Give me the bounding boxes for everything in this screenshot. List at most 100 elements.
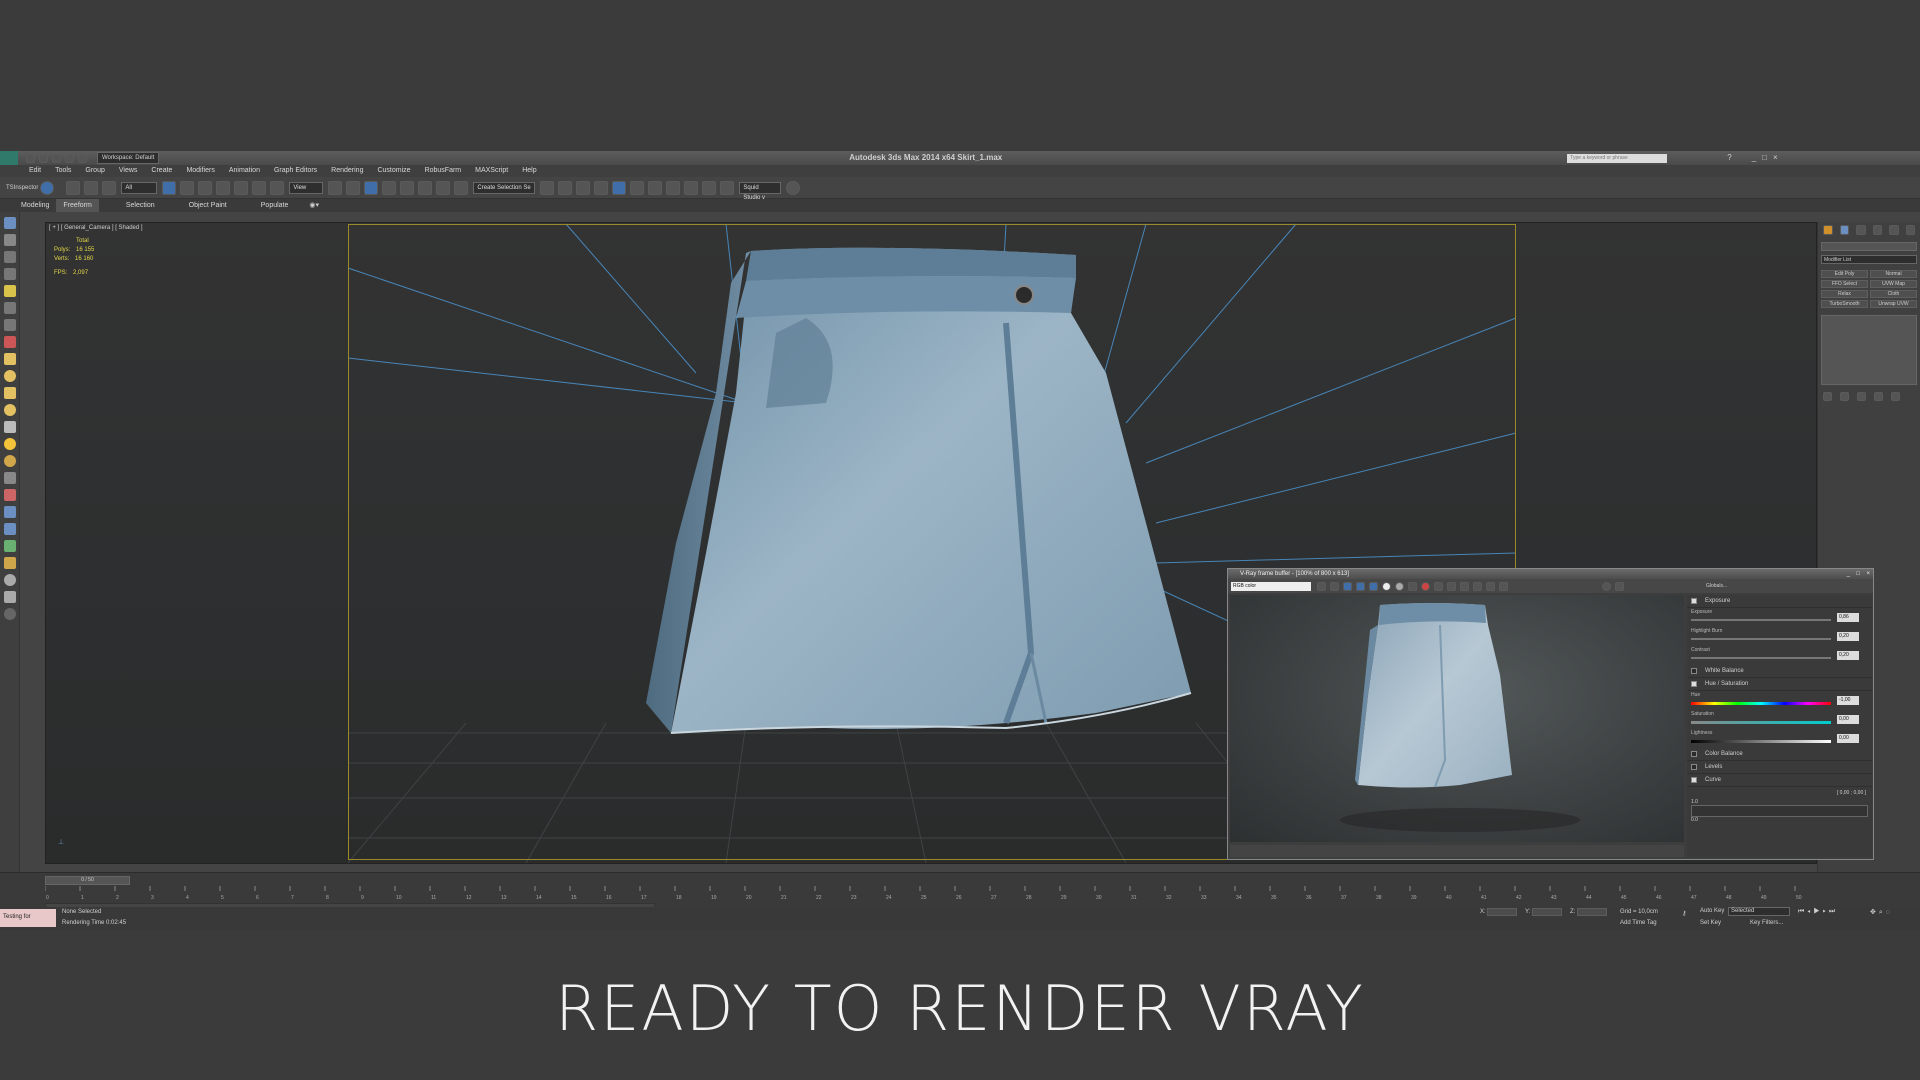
redo-icon[interactable] xyxy=(78,153,87,163)
normal-button[interactable]: Normal xyxy=(1870,270,1917,278)
y-coord-field[interactable] xyxy=(1532,908,1562,916)
cylinder-icon[interactable] xyxy=(3,387,16,399)
tab-freeform[interactable]: Freeform xyxy=(56,199,99,212)
vfb-gear-icon[interactable] xyxy=(1330,581,1339,591)
white-balance-checkbox[interactable] xyxy=(1691,668,1697,674)
move-icon[interactable] xyxy=(234,180,249,195)
render-setup-icon[interactable] xyxy=(666,180,681,195)
unwrap-uvw-button[interactable]: Unwrap UVW xyxy=(1870,300,1917,308)
geosphere-icon[interactable] xyxy=(3,455,16,467)
utilities-icon[interactable] xyxy=(3,574,16,586)
close-icon[interactable]: × xyxy=(1773,151,1778,165)
material-icon[interactable] xyxy=(3,591,16,603)
helpers-icon[interactable] xyxy=(3,319,16,331)
create-tab-icon[interactable] xyxy=(1823,225,1833,235)
color-balance-checkbox[interactable] xyxy=(1691,751,1697,757)
levels-checkbox[interactable] xyxy=(1691,764,1697,770)
grid-icon[interactable] xyxy=(3,472,16,484)
turbosmooth-button[interactable]: TurboSmooth xyxy=(1821,300,1868,308)
motion-icon[interactable] xyxy=(3,540,16,552)
remove-modifier-icon[interactable] xyxy=(1874,392,1883,401)
exposure-slider[interactable]: Exposure 0,86 xyxy=(1687,608,1872,627)
snaps-toggle-icon[interactable] xyxy=(382,180,397,195)
menu-group[interactable]: Group xyxy=(78,165,111,177)
hue-value[interactable]: -1,00 xyxy=(1837,696,1859,705)
app-logo-icon[interactable] xyxy=(0,151,18,165)
render-production-icon[interactable] xyxy=(702,180,717,195)
unlink-icon[interactable] xyxy=(84,180,99,195)
align-icon[interactable] xyxy=(558,180,573,195)
rendered-image[interactable] xyxy=(1230,595,1684,842)
color-balance-section[interactable]: Color Balance xyxy=(1687,748,1872,761)
named-selection-dropdown[interactable]: Create Selection Se xyxy=(473,181,536,194)
lightness-slider[interactable]: Lightness 0,00 xyxy=(1687,729,1872,748)
white-balance-section[interactable]: White Balance xyxy=(1687,665,1872,678)
edit-named-selection-icon[interactable] xyxy=(454,180,469,195)
spacewarps-icon[interactable] xyxy=(3,336,16,348)
display-icon[interactable] xyxy=(3,557,16,569)
sphere-icon[interactable] xyxy=(3,370,16,382)
ffd-select-button[interactable]: FFD Select xyxy=(1821,280,1868,288)
sun-icon[interactable] xyxy=(3,438,16,450)
vfb-channel-dropdown[interactable]: RGB color xyxy=(1231,581,1311,591)
camera-icon[interactable] xyxy=(3,302,16,314)
hue-saturation-checkbox[interactable] xyxy=(1691,681,1697,687)
menu-tools[interactable]: Tools xyxy=(48,165,78,177)
highlight-burn-value[interactable]: 0,20 xyxy=(1837,632,1859,641)
maximize-icon[interactable]: □ xyxy=(1762,151,1767,165)
configure-sets-icon[interactable] xyxy=(1891,392,1900,401)
x-coord-field[interactable] xyxy=(1487,908,1517,916)
vfb-blue-channel-icon[interactable] xyxy=(1369,581,1378,591)
squid-render-icon[interactable] xyxy=(786,180,801,195)
spinner-snap-icon[interactable] xyxy=(436,180,451,195)
reference-coordinate-dropdown[interactable]: View xyxy=(289,181,324,194)
menu-customize[interactable]: Customize xyxy=(370,165,417,177)
layer-manager-icon[interactable] xyxy=(576,180,591,195)
help-circle-icon[interactable] xyxy=(3,608,16,620)
motion-tab-icon[interactable] xyxy=(1872,225,1882,235)
vfb-globals-button[interactable]: Globals... xyxy=(1706,583,1727,589)
tab-populate[interactable]: Populate xyxy=(254,199,296,212)
key-icon[interactable]: ⚷ xyxy=(1682,910,1686,917)
show-end-result-icon[interactable] xyxy=(1840,392,1849,401)
create-icon[interactable] xyxy=(3,217,16,229)
lightness-value[interactable]: 0,00 xyxy=(1837,734,1859,743)
menu-maxscript[interactable]: MAXScript xyxy=(468,165,515,177)
scale-icon[interactable] xyxy=(270,180,285,195)
exposure-value[interactable]: 0,86 xyxy=(1837,613,1859,622)
open-file-icon[interactable] xyxy=(39,153,48,163)
menu-rendering[interactable]: Rendering xyxy=(324,165,370,177)
hierarchy-tab-icon[interactable] xyxy=(1856,225,1866,235)
scene-explorer-icon[interactable] xyxy=(3,251,16,263)
save-file-icon[interactable] xyxy=(52,153,61,163)
relax-button[interactable]: Relax xyxy=(1821,290,1868,298)
bind-space-warp-icon[interactable] xyxy=(102,180,117,195)
minimize-icon[interactable]: _ xyxy=(1752,151,1756,165)
saturation-slider[interactable]: Saturation 0,00 xyxy=(1687,710,1872,729)
inspector-label[interactable]: TSInspector xyxy=(6,185,38,191)
make-unique-icon[interactable] xyxy=(1857,392,1866,401)
hue-saturation-section[interactable]: Hue / Saturation xyxy=(1687,678,1872,691)
rendered-frame-window-icon[interactable] xyxy=(684,180,699,195)
modify-tab-icon[interactable] xyxy=(1839,225,1849,235)
window-crossing-icon[interactable] xyxy=(216,180,231,195)
cone-icon[interactable] xyxy=(3,421,16,433)
select-and-manipulate-icon[interactable] xyxy=(346,180,361,195)
hierarchy-icon[interactable] xyxy=(3,523,16,535)
time-slider[interactable]: 0 / 50 xyxy=(45,876,130,885)
mirror-icon[interactable] xyxy=(540,180,555,195)
modifier-list-dropdown[interactable]: Modifier List xyxy=(1821,255,1917,264)
playback-controls[interactable]: ⏮◂▶▸⏭ xyxy=(1798,908,1838,916)
set-key-button[interactable]: Set Key xyxy=(1700,920,1721,926)
modifier-stack[interactable] xyxy=(1821,315,1917,385)
vfb-green-channel-icon[interactable] xyxy=(1356,581,1365,591)
menu-views[interactable]: Views xyxy=(112,165,145,177)
vfb-red-channel-icon[interactable] xyxy=(1343,581,1352,591)
key-filters-button[interactable]: Key Filters... xyxy=(1750,920,1783,926)
vfb-clear-icon[interactable] xyxy=(1421,581,1430,591)
menu-robusfarm[interactable]: RobusFarm xyxy=(418,165,469,177)
vfb-track-mouse-icon[interactable] xyxy=(1434,581,1443,591)
vfb-lens-effects-icon[interactable] xyxy=(1486,581,1495,591)
vfb-mono-icon[interactable] xyxy=(1395,581,1404,591)
edit-poly-button[interactable]: Edit Poly xyxy=(1821,270,1868,278)
